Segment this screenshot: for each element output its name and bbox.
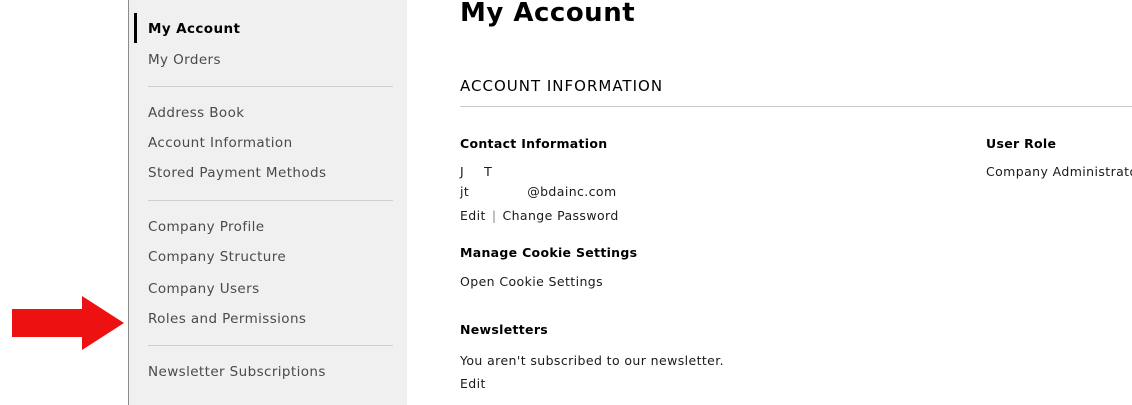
- sidebar-item-address-book[interactable]: Address Book: [148, 105, 244, 121]
- newsletters-title: Newsletters: [460, 322, 549, 337]
- edit-contact-link[interactable]: Edit: [460, 208, 486, 223]
- contact-information-title: Contact Information: [460, 136, 608, 151]
- contact-last-name: T: [484, 164, 493, 179]
- contact-first-name: J: [460, 164, 465, 179]
- contact-email-domain: @bdainc.com: [527, 184, 617, 199]
- sidebar-item-stored-payment-methods[interactable]: Stored Payment Methods: [148, 165, 326, 181]
- sidebar-item-account-information[interactable]: Account Information: [148, 135, 293, 151]
- nav-divider: [148, 86, 393, 87]
- sidebar-item-roles-and-permissions[interactable]: Roles and Permissions: [148, 311, 306, 327]
- sidebar-nav: My Account My Orders Address Book Accoun…: [128, 0, 407, 405]
- red-arrow-icon: [12, 296, 124, 350]
- user-role-value: Company Administrator: [986, 164, 1132, 179]
- cookie-settings-title: Manage Cookie Settings: [460, 245, 638, 260]
- sidebar-item-company-users[interactable]: Company Users: [148, 281, 260, 297]
- sidebar-item-newsletter-subscriptions[interactable]: Newsletter Subscriptions: [148, 364, 326, 380]
- link-separator: |: [491, 208, 497, 223]
- main-content: My Account ACCOUNT INFORMATION Contact I…: [458, 0, 1132, 405]
- page-title: My Account: [460, 0, 636, 28]
- contact-email: jt @bdainc.com: [460, 184, 617, 199]
- contact-actions: Edit | Change Password: [460, 208, 619, 223]
- edit-newsletter-link[interactable]: Edit: [460, 376, 486, 391]
- newsletter-status: You aren't subscribed to our newsletter.: [460, 353, 725, 368]
- nav-divider: [148, 200, 393, 201]
- page: My Account My Orders Address Book Accoun…: [0, 0, 1132, 405]
- user-role-title: User Role: [986, 136, 1057, 151]
- open-cookie-settings-link[interactable]: Open Cookie Settings: [460, 274, 603, 289]
- nav-divider: [148, 345, 393, 346]
- sidebar-item-my-orders[interactable]: My Orders: [148, 52, 221, 68]
- sidebar-item-company-profile[interactable]: Company Profile: [148, 219, 265, 235]
- active-indicator: [134, 13, 137, 43]
- sidebar-item-my-account[interactable]: My Account: [148, 21, 240, 37]
- change-password-link[interactable]: Change Password: [502, 208, 618, 223]
- section-divider: [460, 106, 1132, 107]
- section-title: ACCOUNT INFORMATION: [460, 77, 664, 95]
- contact-email-user: jt: [460, 184, 470, 199]
- sidebar-item-company-structure[interactable]: Company Structure: [148, 249, 286, 265]
- contact-name: JT: [460, 164, 492, 179]
